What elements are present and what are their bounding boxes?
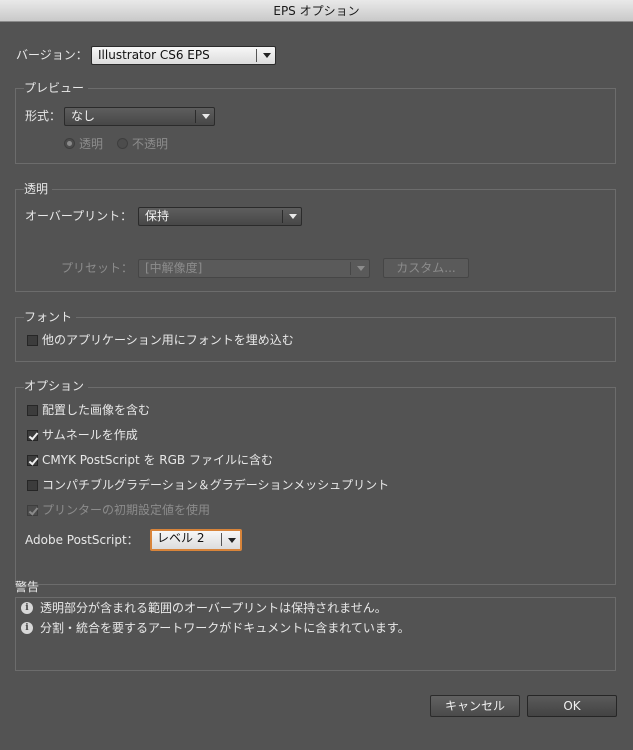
radio-opaque[interactable] bbox=[117, 138, 128, 149]
preset-value: [中解像度] bbox=[145, 261, 203, 275]
radio-transparent[interactable] bbox=[64, 138, 75, 149]
warnings-title: 警告 bbox=[15, 580, 40, 594]
info-icon: i bbox=[21, 622, 33, 634]
chevron-down-icon bbox=[289, 214, 297, 219]
use-printer-defaults-checkbox[interactable] bbox=[27, 505, 38, 516]
select-separator bbox=[221, 533, 222, 546]
compatible-gradient-checkbox[interactable] bbox=[27, 480, 38, 491]
transparency-group-title: 透明 bbox=[24, 182, 53, 196]
use-printer-defaults-label: プリンターの初期設定値を使用 bbox=[42, 503, 211, 517]
compatible-gradient-label: コンパチブルグラデーション＆グラデーションメッシュプリント bbox=[42, 478, 390, 492]
warning-item: 分割・統合を要するアートワークがドキュメントに含まれています。 bbox=[40, 621, 410, 635]
preview-group-title: プレビュー bbox=[24, 81, 89, 95]
include-cmyk-postscript-checkbox[interactable] bbox=[27, 455, 38, 466]
select-separator bbox=[256, 49, 257, 62]
cancel-button[interactable]: キャンセル bbox=[430, 695, 520, 717]
eps-options-dialog: バージョン： Illustrator CS6 EPS プレビュー 形式： なし … bbox=[0, 22, 633, 750]
window-title: EPS オプション bbox=[273, 4, 360, 18]
info-icon: i bbox=[21, 602, 33, 614]
version-select-value: Illustrator CS6 EPS bbox=[98, 48, 210, 62]
create-thumbnail-checkbox[interactable] bbox=[27, 430, 38, 441]
create-thumbnail-label: サムネールを作成 bbox=[42, 428, 138, 442]
preset-label: プリセット： bbox=[61, 261, 134, 275]
postscript-level-select[interactable]: レベル 2 bbox=[150, 529, 242, 551]
embed-fonts-checkbox[interactable] bbox=[27, 335, 38, 346]
postscript-label: Adobe PostScript： bbox=[25, 533, 139, 547]
radio-transparent-label: 透明 bbox=[79, 137, 104, 151]
include-placed-images-checkbox[interactable] bbox=[27, 405, 38, 416]
preview-group bbox=[15, 88, 616, 164]
postscript-level-value: レベル 2 bbox=[157, 531, 205, 545]
select-separator bbox=[195, 110, 196, 123]
select-separator bbox=[282, 210, 283, 223]
ok-button[interactable]: OK bbox=[527, 695, 617, 717]
chevron-down-icon bbox=[228, 538, 236, 543]
warning-item: 透明部分が含まれる範囲のオーバープリントは保持されません。 bbox=[40, 601, 387, 615]
preset-select[interactable]: [中解像度] bbox=[138, 259, 370, 278]
chevron-down-icon bbox=[263, 53, 271, 58]
options-group-title: オプション bbox=[24, 379, 89, 393]
chevron-down-icon bbox=[357, 266, 365, 271]
window-title-bar: EPS オプション bbox=[0, 0, 633, 22]
preview-format-select[interactable]: なし bbox=[64, 107, 215, 126]
overprint-value: 保持 bbox=[145, 209, 170, 223]
fonts-group-title: フォント bbox=[24, 310, 77, 324]
preview-format-label: 形式： bbox=[25, 109, 62, 123]
embed-fonts-label: 他のアプリケーション用にフォントを埋め込む bbox=[42, 333, 294, 347]
preview-format-value: なし bbox=[71, 109, 96, 123]
overprint-select[interactable]: 保持 bbox=[138, 207, 302, 226]
radio-opaque-label: 不透明 bbox=[132, 137, 169, 151]
custom-button[interactable]: カスタム... bbox=[383, 258, 469, 278]
chevron-down-icon bbox=[202, 114, 210, 119]
overprint-label: オーバープリント： bbox=[25, 209, 133, 223]
version-select[interactable]: Illustrator CS6 EPS bbox=[91, 46, 276, 65]
version-label: バージョン： bbox=[16, 48, 88, 62]
include-placed-images-label: 配置した画像を含む bbox=[42, 403, 151, 417]
select-separator bbox=[350, 262, 351, 275]
include-cmyk-postscript-label: CMYK PostScript を RGB ファイルに含む bbox=[42, 453, 273, 467]
